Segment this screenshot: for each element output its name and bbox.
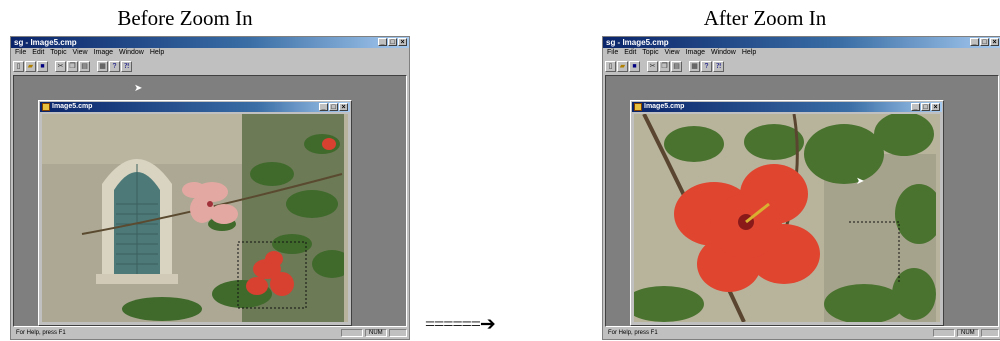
app-window-after: sg - Image5.cmp _ □ × File Edit Topic Vi… bbox=[602, 36, 1000, 340]
status-bar: For Help, press F1 NUM bbox=[605, 328, 999, 338]
open-icon[interactable]: ▰ bbox=[25, 61, 36, 72]
image-file-icon bbox=[42, 103, 50, 111]
mouse-cursor-icon: ➤ bbox=[856, 176, 865, 187]
menu-view[interactable]: View bbox=[73, 49, 88, 56]
child-minimize-button[interactable]: _ bbox=[319, 103, 328, 111]
hibiscus-window-photo bbox=[42, 114, 348, 322]
child-close-button[interactable]: × bbox=[931, 103, 940, 111]
child-window-title: Image5.cmp bbox=[52, 103, 93, 110]
photo-before[interactable] bbox=[42, 114, 348, 322]
menu-topic[interactable]: Topic bbox=[642, 49, 658, 56]
window-title: sg - Image5.cmp bbox=[14, 38, 77, 47]
save-icon[interactable]: ■ bbox=[37, 61, 48, 72]
menu-view[interactable]: View bbox=[665, 49, 680, 56]
window-title: sg - Image5.cmp bbox=[606, 38, 669, 47]
child-maximize-button[interactable]: □ bbox=[329, 103, 338, 111]
mouse-cursor-icon: ➤ bbox=[134, 83, 143, 94]
right-arrow-icon: ➔ bbox=[479, 313, 496, 335]
image-child-window: Image5.cmp _ □ × bbox=[630, 100, 944, 326]
new-icon[interactable]: ▯ bbox=[605, 61, 616, 72]
equals-connector: ====== bbox=[425, 314, 481, 334]
title-bar[interactable]: sg - Image5.cmp _ □ × bbox=[603, 37, 1000, 48]
child-title-bar[interactable]: Image5.cmp _ □ × bbox=[632, 102, 942, 112]
print-icon[interactable]: ▦ bbox=[97, 61, 108, 72]
menu-bar: File Edit Topic View Image Window Help bbox=[11, 49, 409, 59]
menu-edit[interactable]: Edit bbox=[624, 49, 636, 56]
mdi-workspace: ➤ Image5.cmp _ □ × bbox=[13, 75, 407, 327]
maximize-button[interactable]: □ bbox=[388, 38, 397, 46]
minimize-button[interactable]: _ bbox=[970, 38, 979, 46]
num-lock-indicator: NUM bbox=[365, 329, 387, 337]
copy-icon[interactable]: ❐ bbox=[67, 61, 78, 72]
paste-icon[interactable]: ▤ bbox=[671, 61, 682, 72]
status-panel-scroll bbox=[981, 329, 999, 337]
child-minimize-button[interactable]: _ bbox=[911, 103, 920, 111]
menu-bar: File Edit Topic View Image Window Help bbox=[603, 49, 1000, 59]
new-icon[interactable]: ▯ bbox=[13, 61, 24, 72]
title-bar[interactable]: sg - Image5.cmp _ □ × bbox=[11, 37, 409, 48]
cut-icon[interactable]: ✂ bbox=[55, 61, 66, 72]
menu-window[interactable]: Window bbox=[711, 49, 736, 56]
image-file-icon bbox=[634, 103, 642, 111]
menu-image[interactable]: Image bbox=[686, 49, 705, 56]
open-icon[interactable]: ▰ bbox=[617, 61, 628, 72]
context-help-icon[interactable]: ⁈ bbox=[713, 61, 724, 72]
copy-icon[interactable]: ❐ bbox=[659, 61, 670, 72]
num-lock-indicator: NUM bbox=[957, 329, 979, 337]
app-window-before: sg - Image5.cmp _ □ × File Edit Topic Vi… bbox=[10, 36, 410, 340]
save-icon[interactable]: ■ bbox=[629, 61, 640, 72]
close-button[interactable]: × bbox=[398, 38, 407, 46]
child-title-bar[interactable]: Image5.cmp _ □ × bbox=[40, 102, 350, 112]
minimize-button[interactable]: _ bbox=[378, 38, 387, 46]
menu-file[interactable]: File bbox=[15, 49, 26, 56]
child-close-button[interactable]: × bbox=[339, 103, 348, 111]
toolbar: ▯ ▰ ■ ✂ ❐ ▤ ▦ ? ⁈ bbox=[13, 60, 409, 73]
status-text: For Help, press F1 bbox=[608, 330, 658, 336]
toolbar: ▯ ▰ ■ ✂ ❐ ▤ ▦ ? ⁈ bbox=[605, 60, 1000, 73]
menu-edit[interactable]: Edit bbox=[32, 49, 44, 56]
photo-after[interactable]: ➤ bbox=[634, 114, 940, 322]
maximize-button[interactable]: □ bbox=[980, 38, 989, 46]
status-bar: For Help, press F1 NUM bbox=[13, 328, 407, 338]
status-panel-scroll bbox=[389, 329, 407, 337]
status-panel-empty bbox=[341, 329, 363, 337]
menu-image[interactable]: Image bbox=[94, 49, 113, 56]
mdi-workspace: Image5.cmp _ □ × ➤ bbox=[605, 75, 999, 327]
image-child-window: Image5.cmp _ □ × bbox=[38, 100, 352, 326]
close-button[interactable]: × bbox=[990, 38, 999, 46]
cut-icon[interactable]: ✂ bbox=[647, 61, 658, 72]
before-caption: Before Zoom In bbox=[117, 6, 253, 30]
hibiscus-zoomed-photo bbox=[634, 114, 940, 322]
help-icon[interactable]: ? bbox=[109, 61, 120, 72]
context-help-icon[interactable]: ⁈ bbox=[121, 61, 132, 72]
menu-help[interactable]: Help bbox=[150, 49, 164, 56]
before-after-arrow: ======➔ bbox=[425, 313, 496, 335]
child-maximize-button[interactable]: □ bbox=[921, 103, 930, 111]
help-icon[interactable]: ? bbox=[701, 61, 712, 72]
status-panel-empty bbox=[933, 329, 955, 337]
menu-help[interactable]: Help bbox=[742, 49, 756, 56]
child-window-title: Image5.cmp bbox=[644, 103, 685, 110]
menu-file[interactable]: File bbox=[607, 49, 618, 56]
menu-window[interactable]: Window bbox=[119, 49, 144, 56]
print-icon[interactable]: ▦ bbox=[689, 61, 700, 72]
status-text: For Help, press F1 bbox=[16, 330, 66, 336]
after-caption: After Zoom In bbox=[703, 6, 827, 30]
paste-icon[interactable]: ▤ bbox=[79, 61, 90, 72]
menu-topic[interactable]: Topic bbox=[50, 49, 66, 56]
